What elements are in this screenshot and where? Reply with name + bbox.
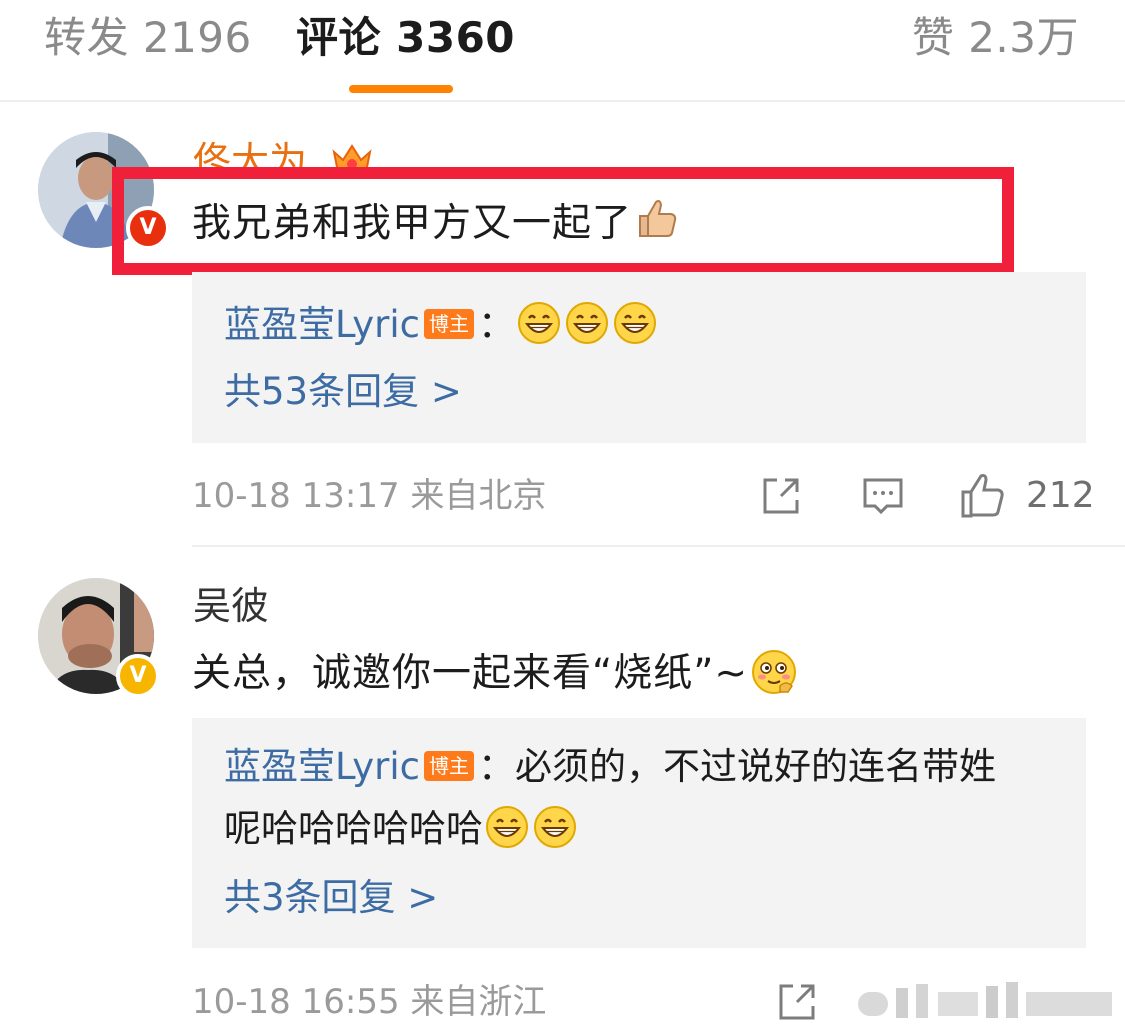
reply-author[interactable]: 蓝盈莹Lyric xyxy=(224,745,420,788)
comment-body: 关总，诚邀你一起来看“烧纸”~ xyxy=(192,651,749,696)
like-icon[interactable] xyxy=(959,472,1007,520)
watermark xyxy=(858,982,1118,1022)
reply-preview[interactable]: 蓝盈莹Lyric 博主 ：必须的，不过说好的连名带姓 呢哈哈哈哈哈哈 共3条回复 > xyxy=(192,718,1086,948)
blush-emoji xyxy=(752,650,797,694)
comment-text: 关总，诚邀你一起来看“烧纸”~ xyxy=(192,648,800,700)
comment-time: 10-18 13:17 来自北京 xyxy=(192,474,546,518)
grin-emoji xyxy=(517,301,561,345)
reply-author[interactable]: 蓝盈莹Lyric xyxy=(224,303,420,346)
verified-badge-icon: V xyxy=(116,654,160,698)
reply-line: 蓝盈莹Lyric 博主： xyxy=(224,300,659,350)
location: 来自浙江 xyxy=(410,982,547,1022)
share-icon[interactable] xyxy=(759,474,803,518)
share-icon[interactable] xyxy=(775,980,819,1024)
active-tab-indicator xyxy=(349,85,453,93)
more-replies-link[interactable]: 共3条回复 > xyxy=(224,874,438,922)
grin-emoji xyxy=(533,805,577,849)
more-replies-link[interactable]: 共53条回复 > xyxy=(224,368,462,416)
grin-emoji xyxy=(613,301,657,345)
reply-separator: ： xyxy=(477,303,515,346)
grin-emoji xyxy=(485,805,529,849)
like-count: 212 xyxy=(1026,475,1095,516)
reply-preview[interactable]: 蓝盈莹Lyric 博主： 共53条回复 > xyxy=(192,272,1086,443)
grin-emoji xyxy=(565,301,609,345)
comment-time: 10-18 16:55 来自浙江 xyxy=(192,980,546,1024)
timestamp: 10-18 13:17 xyxy=(192,476,400,516)
reply-text: 必须的，不过说好的连名带姓 xyxy=(514,745,996,788)
reply-text: 呢哈哈哈哈哈哈 xyxy=(224,807,483,850)
reply-line: 蓝盈莹Lyric 博主 ：必须的，不过说好的连名带姓 xyxy=(224,742,996,792)
reply-separator: ： xyxy=(477,745,515,788)
reply-line: 呢哈哈哈哈哈哈 xyxy=(224,804,579,854)
location: 来自北京 xyxy=(410,476,547,516)
tab-repost[interactable]: 转发 2196 xyxy=(44,12,252,64)
comment-username[interactable]: 吴彼 xyxy=(193,582,269,630)
divider xyxy=(192,545,1125,547)
comment-tab-bar: 转发 2196 评论 3360 赞 2.3万 xyxy=(0,0,1125,102)
tab-like[interactable]: 赞 2.3万 xyxy=(912,12,1079,64)
timestamp: 10-18 16:55 xyxy=(192,982,400,1022)
tab-comment[interactable]: 评论 3360 xyxy=(296,12,515,64)
highlight-box xyxy=(112,167,1014,275)
comment-icon[interactable] xyxy=(861,474,905,518)
blogger-tag: 博主 xyxy=(423,309,474,339)
blogger-tag: 博主 xyxy=(423,751,474,781)
